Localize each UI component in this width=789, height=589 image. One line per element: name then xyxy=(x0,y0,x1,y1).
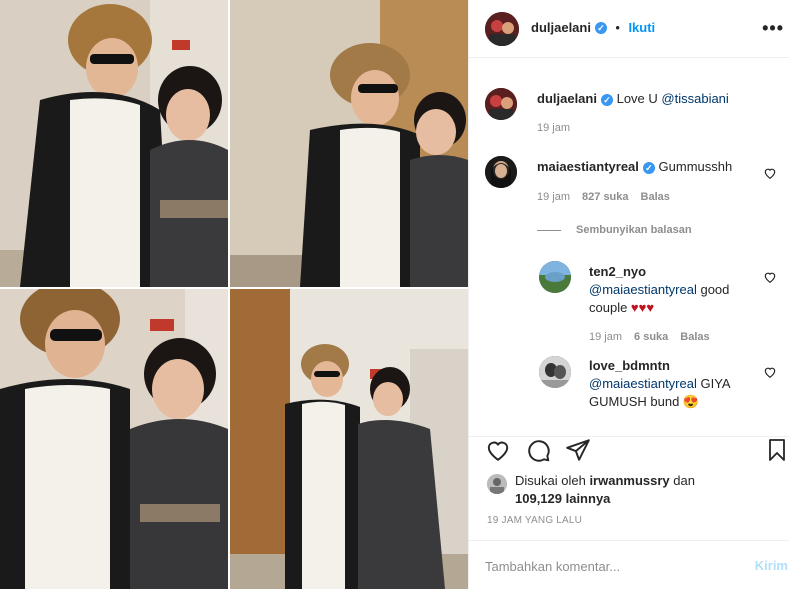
author-username[interactable]: duljaelani xyxy=(531,20,591,35)
reply-item: love_bdmntn @maiaestiantyreal GIYA GUMUS… xyxy=(589,357,759,411)
comment-username[interactable]: maiaestiantyreal xyxy=(537,159,639,174)
share-icon[interactable] xyxy=(565,437,591,463)
reply-like-heart-icon[interactable] xyxy=(763,270,777,284)
likes-user[interactable]: irwanmussry xyxy=(589,473,669,488)
photo-tile-4 xyxy=(230,289,468,589)
reply-avatar[interactable] xyxy=(539,261,571,293)
reply-time[interactable]: 19 jam xyxy=(589,331,622,343)
likes-count[interactable]: 109,129 lainnya xyxy=(515,491,610,506)
photo-tile-2 xyxy=(230,0,468,287)
reply-reply-button[interactable]: Balas xyxy=(680,331,709,343)
caption-mention[interactable]: @tissabiani xyxy=(661,91,728,106)
reply-meta: 19 jam 6 suka Balas xyxy=(589,331,710,343)
reply-username[interactable]: ten2_nyo xyxy=(589,264,646,279)
reply-username[interactable]: love_bdmntn xyxy=(589,358,670,373)
separator-dot: • xyxy=(615,20,620,35)
reply-likes[interactable]: 6 suka xyxy=(634,331,668,343)
photo-tile-3 xyxy=(0,289,228,589)
comment-text: Gummusshh xyxy=(658,159,733,174)
replies-line xyxy=(537,230,561,231)
caption: duljaelani ✓ Love U @tissabiani xyxy=(537,90,767,108)
reply-mention[interactable]: @maiaestiantyreal xyxy=(589,376,697,391)
comments-list[interactable]: duljaelani ✓ Love U @tissabiani 19 jam ma… xyxy=(469,58,789,436)
comment-icon[interactable] xyxy=(525,437,551,463)
reply-avatar[interactable] xyxy=(539,356,571,388)
comment-time[interactable]: 19 jam xyxy=(537,191,570,203)
post-timestamp[interactable]: 19 JAM YANG LALU xyxy=(487,515,582,526)
comment-avatar[interactable] xyxy=(485,156,517,188)
comment-likes[interactable]: 827 suka xyxy=(582,191,628,203)
hearts-emoji: ♥♥♥ xyxy=(630,300,655,315)
caption-avatar[interactable] xyxy=(485,88,517,120)
post-panel: duljaelani ✓ • Ikuti ••• duljaelani ✓ Love… xyxy=(468,0,789,589)
post-header: duljaelani ✓ • Ikuti ••• xyxy=(469,0,789,58)
more-icon[interactable]: ••• xyxy=(762,18,784,39)
liker-avatar[interactable] xyxy=(487,474,507,494)
heart-icon[interactable] xyxy=(485,437,511,463)
bookmark-icon[interactable] xyxy=(765,437,789,463)
reply-mention[interactable]: @maiaestiantyreal xyxy=(589,282,697,297)
reply-item: ten2_nyo @maiaestiantyreal good couple ♥… xyxy=(589,263,759,317)
author-avatar[interactable] xyxy=(485,12,519,46)
action-bar xyxy=(469,436,789,476)
reply-like-heart-icon[interactable] xyxy=(763,365,777,379)
comment-item: maiaestiantyreal ✓ Gummusshh xyxy=(537,158,757,176)
likes-middle: dan xyxy=(669,473,695,488)
tile-divider xyxy=(228,0,230,589)
caption-meta: 19 jam xyxy=(537,122,570,134)
post-media[interactable] xyxy=(0,0,468,589)
comment-input[interactable] xyxy=(485,555,725,577)
caption-time[interactable]: 19 jam xyxy=(537,122,570,134)
verified-badge-icon: ✓ xyxy=(600,93,613,106)
hide-replies-button[interactable]: Sembunyikan balasan xyxy=(576,224,692,236)
likes-prefix: Disukai oleh xyxy=(515,473,590,488)
smile-emoji: 😍 xyxy=(682,394,700,409)
comment-like-heart-icon[interactable] xyxy=(763,166,777,180)
photo-tile-1 xyxy=(0,0,228,287)
verified-badge-icon: ✓ xyxy=(594,21,607,34)
comment-meta: 19 jam 827 suka Balas xyxy=(537,191,670,203)
likes-summary: Disukai oleh irwanmussry dan 109,129 lai… xyxy=(515,472,695,508)
add-comment-bar: Kirim xyxy=(469,540,789,589)
caption-text: Love U xyxy=(616,91,662,106)
caption-username[interactable]: duljaelani xyxy=(537,91,597,106)
post-comment-button[interactable]: Kirim xyxy=(755,558,788,573)
tile-divider xyxy=(0,287,468,289)
follow-button[interactable]: Ikuti xyxy=(628,20,655,35)
comment-reply-button[interactable]: Balas xyxy=(641,191,670,203)
verified-badge-icon: ✓ xyxy=(642,161,655,174)
